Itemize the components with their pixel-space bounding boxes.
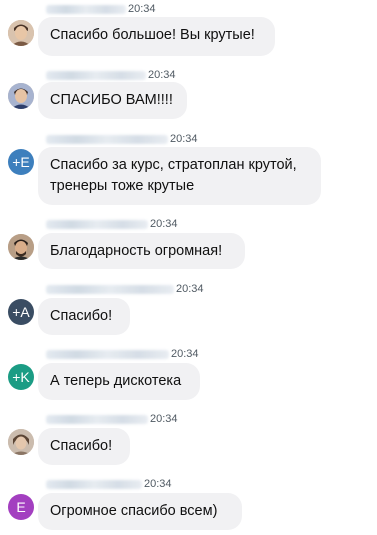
message-text: Спасибо за курс, стратоплан крутой, трен… (50, 157, 297, 194)
message-meta: 20:34 (46, 348, 199, 360)
message-bubble[interactable]: Спасибо! (38, 428, 130, 465)
message-text: Спасибо! (50, 308, 113, 324)
sender-name-blurred (46, 4, 126, 14)
message-meta: 20:34 (46, 69, 176, 81)
avatar-initials: E (16, 499, 26, 515)
sender-name-blurred (46, 70, 146, 80)
message-bubble[interactable]: Спасибо за курс, стратоплан крутой, трен… (38, 147, 321, 205)
avatar-initials: +K (12, 369, 30, 385)
user-avatar[interactable] (8, 20, 34, 46)
user-avatar[interactable] (8, 429, 34, 455)
sender-name-blurred (46, 134, 168, 144)
message-text: Спасибо большое! Вы крутые! (50, 27, 255, 43)
sender-name-blurred (46, 479, 142, 489)
message-text: А теперь дискотека (50, 373, 182, 389)
user-avatar[interactable]: +A (8, 299, 34, 325)
chat-message-list: 20:34 Спасибо большое! Вы крутые! 20:34 (0, 0, 377, 535)
message-bubble[interactable]: Благодарность огромная! (38, 233, 245, 269)
user-photo-icon (8, 20, 34, 46)
avatar-initials: +E (12, 154, 30, 170)
user-avatar[interactable] (8, 83, 34, 109)
message-bubble[interactable]: Спасибо большое! Вы крутые! (38, 17, 275, 56)
sender-name-blurred (46, 349, 169, 359)
message-time: 20:34 (144, 478, 172, 490)
message-time: 20:34 (128, 3, 156, 15)
message-time: 20:34 (171, 348, 199, 360)
sender-name-blurred (46, 414, 148, 424)
sender-name-blurred (46, 219, 148, 229)
message-meta: 20:34 (46, 218, 178, 230)
user-avatar[interactable]: +K (8, 364, 34, 390)
message-text: Благодарность огромная! (50, 243, 223, 259)
message-text: Спасибо! (50, 438, 113, 454)
avatar-initials: +A (12, 304, 30, 320)
message-text: Огромное спасибо всем) (50, 503, 218, 519)
message-meta: 20:34 (46, 283, 204, 295)
user-avatar[interactable]: +E (8, 149, 34, 175)
user-photo-icon (8, 234, 34, 260)
user-avatar[interactable] (8, 234, 34, 260)
message-time: 20:34 (148, 69, 176, 81)
user-avatar[interactable]: E (8, 494, 34, 520)
message-bubble[interactable]: А теперь дискотека (38, 363, 200, 400)
message-meta: 20:34 (46, 413, 178, 425)
message-meta: 20:34 (46, 3, 156, 15)
message-meta: 20:34 (46, 478, 172, 490)
message-meta: 20:34 (46, 133, 198, 145)
message-time: 20:34 (170, 133, 198, 145)
user-photo-icon (8, 429, 34, 455)
message-bubble[interactable]: СПАСИБО ВАМ!!!! (38, 82, 187, 119)
message-text: СПАСИБО ВАМ!!!! (50, 92, 173, 108)
message-time: 20:34 (176, 283, 204, 295)
sender-name-blurred (46, 284, 174, 294)
message-time: 20:34 (150, 413, 178, 425)
user-photo-icon (8, 83, 34, 109)
message-bubble[interactable]: Огромное спасибо всем) (38, 493, 242, 530)
message-time: 20:34 (150, 218, 178, 230)
message-bubble[interactable]: Спасибо! (38, 298, 130, 335)
